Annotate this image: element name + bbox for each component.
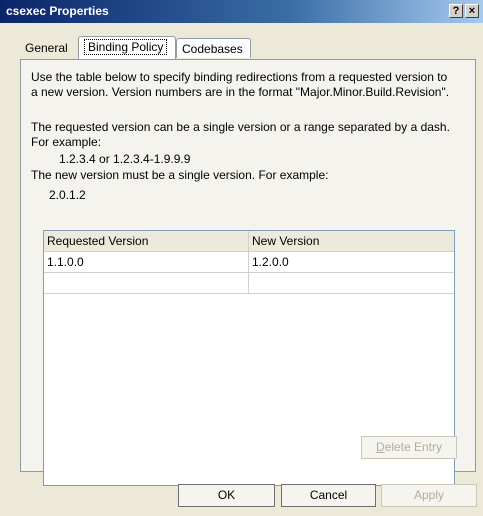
help-button[interactable]: ? [449, 4, 463, 18]
requested-version-example: 1.2.3.4 or 1.2.3.4-1.9.9.9 [59, 152, 191, 166]
table-cell-new-version-empty[interactable] [249, 273, 454, 294]
tab-general[interactable]: General [20, 38, 73, 58]
requested-version-info: The requested version can be a single ve… [31, 120, 450, 149]
tab-binding-policy-label: Binding Policy [84, 39, 168, 55]
delete-entry-button[interactable]: Delete Entry [361, 436, 457, 459]
ok-button[interactable]: OK [178, 484, 275, 507]
table-cell-new-version[interactable]: 1.2.0.0 [249, 252, 454, 273]
cancel-button[interactable]: Cancel [281, 484, 376, 507]
window-title: csexec Properties [6, 4, 109, 18]
intro-text: Use the table below to specify binding r… [31, 70, 450, 99]
new-version-example: 2.0.1.2 [49, 188, 86, 202]
column-header-new-version[interactable]: New Version [249, 231, 454, 252]
tab-codebases-label: Codebases [182, 42, 243, 56]
apply-button[interactable]: Apply [381, 484, 477, 507]
delete-entry-label: elete Entry [384, 440, 443, 454]
new-version-info: The new version must be a single version… [31, 168, 329, 182]
column-header-requested-version[interactable]: Requested Version [44, 231, 249, 252]
close-button[interactable]: × [465, 4, 479, 18]
properties-dialog: csexec Properties ? × General Binding Po… [0, 0, 483, 516]
table-cell-requested-version[interactable]: 1.1.0.0 [44, 252, 249, 273]
title-bar[interactable]: csexec Properties ? × [0, 0, 483, 23]
tab-codebases[interactable]: Codebases [176, 38, 251, 58]
tab-general-label: General [25, 41, 68, 55]
table-cell-requested-version-empty[interactable] [44, 273, 249, 294]
delete-entry-accelerator: D [375, 440, 385, 454]
tab-binding-policy[interactable]: Binding Policy [78, 36, 176, 59]
